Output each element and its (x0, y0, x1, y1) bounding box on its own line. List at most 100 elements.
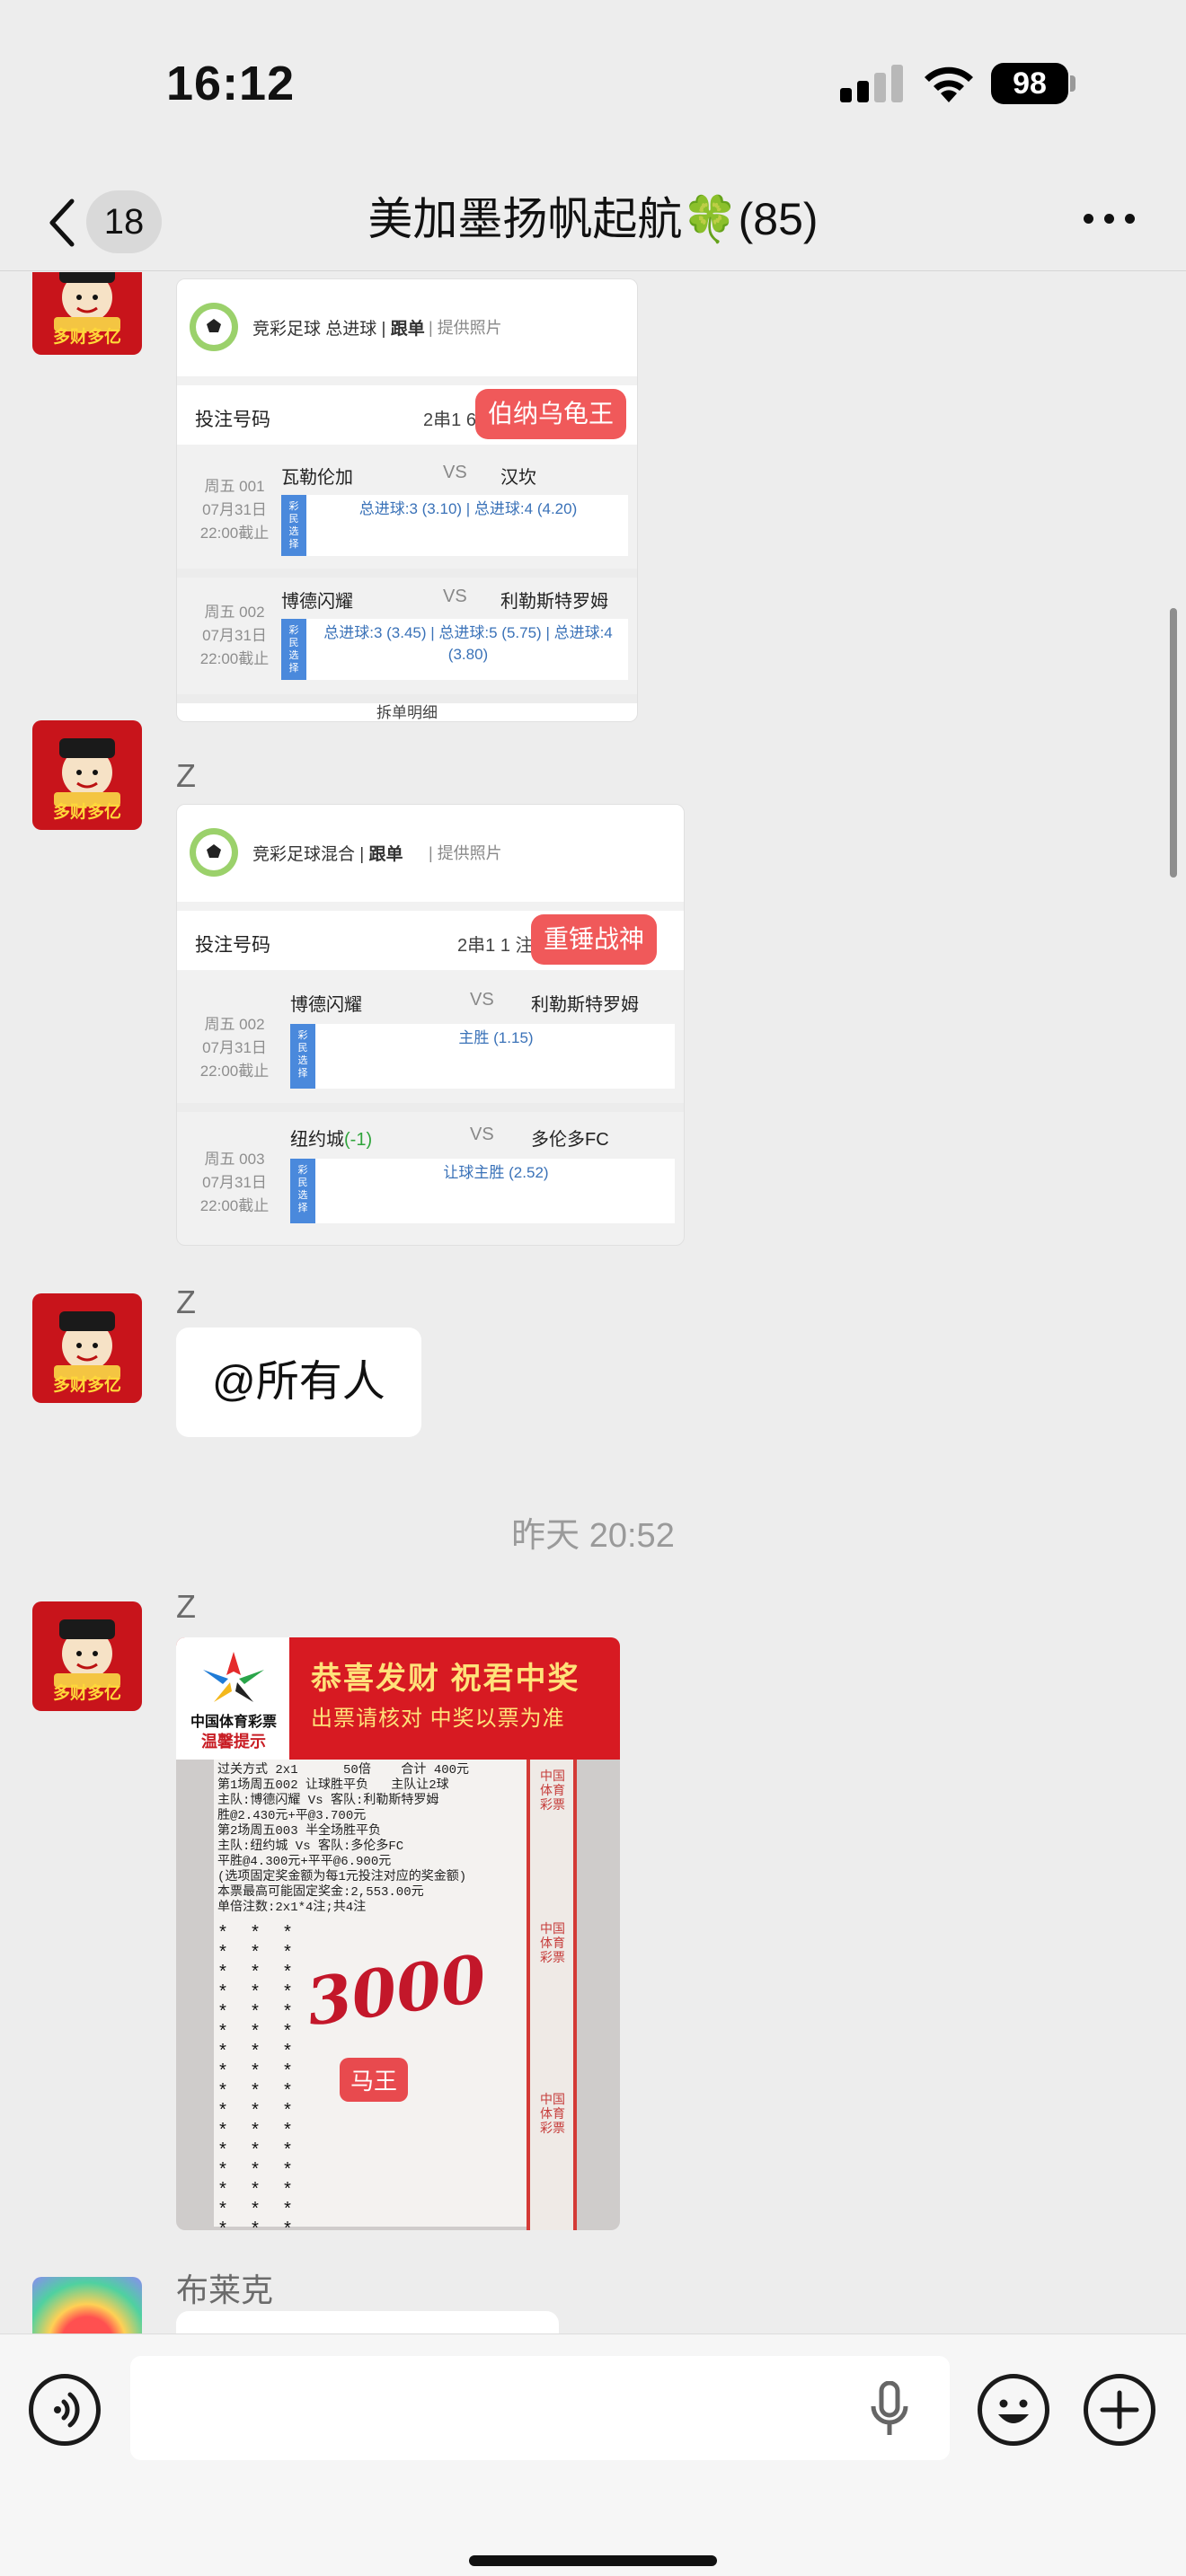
microphone-icon[interactable] (870, 2381, 909, 2437)
pass-type: 2串1 6 (423, 410, 476, 430)
match-meta: 周五 002 07月31日 22:00截止 (199, 604, 270, 667)
ticket-congrats-text: 恭喜发财 祝君中奖 (311, 1662, 580, 1696)
bet-number-label: 投注号码 (195, 410, 270, 430)
home-team: 瓦勒伦加 (281, 468, 353, 488)
pick-selection: 总进球:3 (3.45) | 总进球:5 (5.75) | 总进球:4 (3.8… (323, 624, 613, 663)
avatar[interactable]: 多财多亿 (32, 272, 142, 355)
game-type: 竞彩足球混合 | 跟单 (252, 845, 403, 864)
sender-name: 布莱克 (176, 2272, 274, 2308)
handicap-value: (-1) (344, 1130, 373, 1150)
ticket-star-pattern: * * * * * * * * * * * * * * * * * * * * … (217, 1924, 294, 2231)
strip-text: 中国体育彩票 (540, 2092, 565, 2135)
lottery-card[interactable]: 竞彩足球 总进球 | 跟单 | 提供照片 投注号码 2串1 6 伯纳乌龟王 周五… (176, 278, 638, 722)
ticket-logo-area: 中国体育彩票 温馨提示 (176, 1637, 289, 1760)
more-functions-button[interactable] (1084, 2374, 1155, 2446)
sender-name: Z (176, 1284, 196, 1320)
status-time: 16:12 (166, 57, 296, 110)
soccer-ball-icon (190, 828, 238, 877)
match-row: 周五 002 07月31日 22:00截止 博德闪耀 VS 利勒斯特罗姆 彩民选… (177, 977, 684, 1103)
ticket-lottery-name: 中国体育彩票 (190, 1715, 277, 1730)
china-sports-lottery-logo-icon (203, 1652, 264, 1702)
chat-title: 美加墨扬帆起航🍀(85) (367, 194, 819, 244)
versus-label: VS (470, 1125, 494, 1144)
status-bar: 16:12 98 (0, 0, 1186, 171)
timestamp-divider: 昨天 20:52 (511, 1517, 675, 1555)
pick-selection: 总进球:3 (3.10) | 总进球:4 (4.20) (358, 500, 578, 517)
match-row: 周五 001 07月31日 22:00截止 瓦勒伦加 VS 汉坎 彩民选择 总进… (177, 452, 637, 569)
scrollbar-thumb[interactable] (1170, 608, 1177, 878)
split-detail-link[interactable]: 拆单明细 (177, 703, 637, 721)
text-message-bubble[interactable]: @所有人 (176, 1328, 421, 1437)
pick-tag: 彩民选择 (281, 495, 306, 556)
versus-label: VS (470, 990, 494, 1010)
bet-number-label: 投注号码 (195, 935, 270, 956)
avatar-caption: 多财多亿 (52, 1376, 121, 1395)
divider (177, 1103, 684, 1112)
home-indicator (469, 2555, 717, 2566)
avatar[interactable]: 多财多亿 (32, 1293, 142, 1403)
pick-selection: 主胜 (1.15) (458, 1029, 534, 1046)
soccer-ball-icon (190, 303, 238, 351)
versus-label: VS (443, 463, 467, 482)
ticket-reminder: 温馨提示 (201, 1733, 266, 1751)
sender-name: Z (176, 1588, 196, 1625)
ticket-notice-text: 出票请核对 中奖以票为准 (311, 1707, 565, 1731)
chat-input-bar (0, 2333, 1186, 2576)
chat-message-list[interactable]: 多财多亿 竞彩足球 总进球 | 跟单 | 提供照片 投注号码 2串1 6 伯纳乌… (0, 272, 1186, 2333)
user-tag-badge: 重锤战神 (531, 914, 658, 965)
card-header: 竞彩足球混合 | 跟单 | 提供照片 (177, 805, 684, 902)
match-row: 周五 002 07月31日 22:00截止 博德闪耀 VS 利勒斯特罗姆 彩民选… (177, 578, 637, 694)
ticket-sticker-tag: 马王 (340, 2058, 409, 2102)
avatar-caption: 多财多亿 (52, 1684, 121, 1703)
message-input[interactable] (130, 2356, 950, 2460)
avatar[interactable]: 多财多亿 (32, 720, 142, 830)
more-options-button[interactable] (1078, 190, 1141, 244)
divider (177, 694, 637, 703)
plus-icon (1100, 2390, 1139, 2430)
away-team: 汉坎 (500, 468, 536, 488)
lottery-ticket-image[interactable]: 中国体育彩票 温馨提示 恭喜发财 祝君中奖 出票请核对 中奖以票为准 过关方式 … (176, 1637, 620, 2230)
match-meta: 周五 003 07月31日 22:00截止 (199, 1151, 270, 1214)
away-team: 利勒斯特罗姆 (500, 592, 608, 612)
voice-wave-icon (54, 2392, 80, 2428)
away-team: 多伦多FC (531, 1130, 609, 1150)
home-team: 博德闪耀 (281, 592, 353, 612)
home-team: 博德闪耀 (290, 995, 362, 1015)
battery-icon: 98 (991, 63, 1075, 106)
home-team: 纽约城(-1) (290, 1130, 373, 1150)
pick-box: 彩民选择 让球主胜 (2.52) (290, 1159, 675, 1223)
pass-type: 2串1 1 注 (457, 936, 534, 956)
ticket-side-strip: 中国体育彩票 中国体育彩票 中国体育彩票 (527, 1760, 577, 2230)
avatar-caption: 多财多亿 (52, 803, 121, 822)
provide-photo-link[interactable]: | 提供照片 (429, 315, 502, 339)
pick-box: 彩民选择 总进球:3 (3.10) | 总进球:4 (4.20) (281, 495, 628, 556)
pick-box: 彩民选择 总进球:3 (3.45) | 总进球:5 (5.75) | 总进球:4… (281, 619, 628, 680)
versus-label: VS (443, 587, 467, 606)
lottery-card[interactable]: 竞彩足球混合 | 跟单 | 提供照片 投注号码 2串1 1 注 重锤战神 周五 … (176, 804, 685, 1246)
emoji-face-icon (998, 2399, 1029, 2423)
match-meta: 周五 002 07月31日 22:00截止 (199, 1016, 270, 1080)
card-header: 竞彩足球 总进球 | 跟单 | 提供照片 (177, 279, 637, 376)
emoji-button[interactable] (978, 2374, 1049, 2446)
pick-box: 彩民选择 主胜 (1.15) (290, 1024, 675, 1089)
message-bubble[interactable] (176, 2311, 559, 2333)
avatar[interactable] (32, 2277, 142, 2333)
pick-selection: 让球主胜 (2.52) (443, 1164, 549, 1181)
cellular-signal-icon (840, 63, 903, 102)
user-tag-badge: 伯纳乌龟王 (475, 389, 627, 439)
strip-text: 中国体育彩票 (540, 1769, 565, 1812)
pick-tag: 彩民选择 (290, 1159, 315, 1223)
voice-mode-button[interactable] (29, 2374, 101, 2446)
strip-text: 中国体育彩票 (540, 1921, 565, 1964)
wifi-icon (925, 66, 973, 102)
match-row: 周五 003 07月31日 22:00截止 纽约城(-1) VS 多伦多FC 彩… (177, 1112, 684, 1245)
sender-name: Z (176, 757, 196, 794)
divider (177, 569, 637, 578)
provide-photo-link[interactable]: | 提供照片 (429, 841, 502, 864)
pick-tag: 彩民选择 (281, 619, 306, 680)
chat-nav-bar: 18 美加墨扬帆起航🍀(85) (0, 171, 1186, 271)
avatar[interactable]: 多财多亿 (32, 1601, 142, 1711)
ticket-details: 过关方式 2x1 50倍 合计 400元 第1场周五002 让球胜平负 主队让2… (217, 1763, 470, 1915)
game-type: 竞彩足球 总进球 | 跟单 (252, 320, 425, 339)
match-meta: 周五 001 07月31日 22:00截止 (199, 478, 270, 542)
